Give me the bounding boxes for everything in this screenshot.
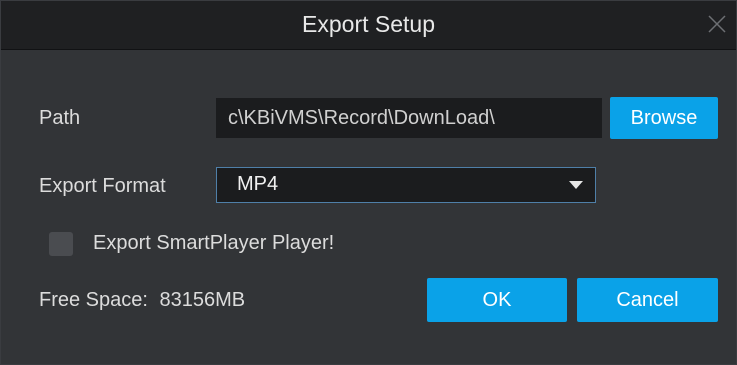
free-space-value: 83156MB [159, 289, 246, 311]
close-button[interactable] [704, 11, 730, 37]
export-smartplayer-checkbox[interactable] [49, 232, 73, 256]
browse-button[interactable]: Browse [610, 97, 718, 139]
export-setup-dialog: Export Setup Path c\KBiVMS\Record\DownLo… [0, 0, 737, 365]
cancel-button[interactable]: Cancel [577, 278, 718, 322]
export-format-label: Export Format [39, 175, 166, 197]
export-smartplayer-label: Export SmartPlayer Player! [93, 232, 335, 254]
path-field[interactable]: c\KBiVMS\Record\DownLoad\ [216, 98, 602, 138]
ok-button[interactable]: OK [427, 278, 567, 322]
dialog-title: Export Setup [302, 11, 435, 37]
export-format-select[interactable]: MP4 [216, 167, 596, 203]
title-bar: Export Setup [1, 1, 736, 50]
export-format-value: MP4 [237, 173, 279, 195]
close-icon [708, 15, 726, 33]
free-space-label: Free Space: 83156MB [39, 289, 245, 312]
path-label: Path [39, 107, 81, 129]
free-space-caption: Free Space: [39, 289, 148, 311]
dropdown-arrow-icon [569, 181, 583, 189]
